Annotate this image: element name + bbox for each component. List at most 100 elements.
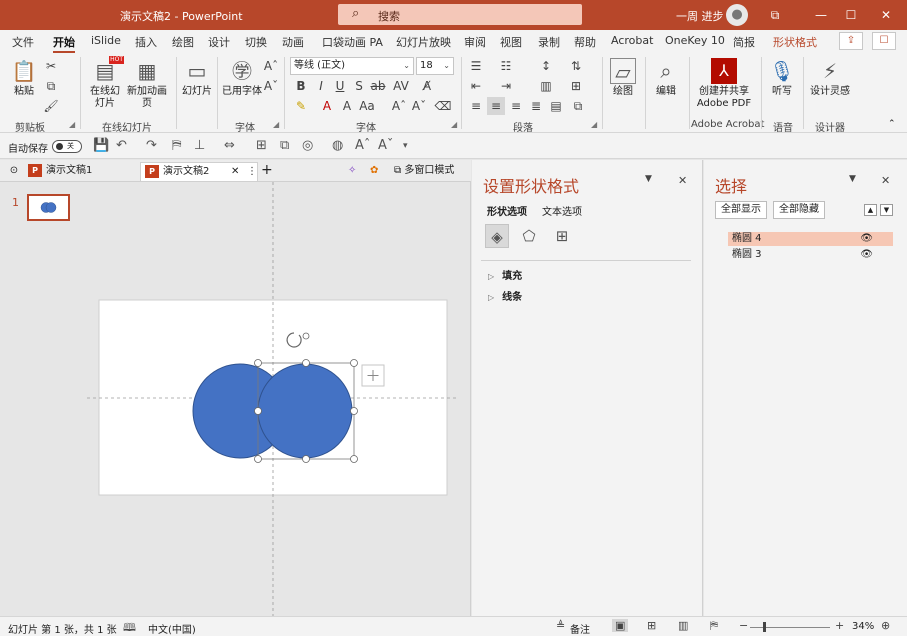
- underline-icon[interactable]: U: [331, 77, 349, 95]
- tab-acrobat[interactable]: Acrobat: [611, 34, 653, 47]
- bring-forward-arrow-icon[interactable]: ▲: [864, 204, 877, 216]
- search-box[interactable]: ⌕ 搜索: [338, 4, 582, 25]
- tab-draw[interactable]: 绘图: [172, 34, 194, 50]
- tab-review[interactable]: 审阅: [464, 34, 486, 50]
- align-right-icon[interactable]: ≡: [507, 97, 525, 115]
- zoom-level[interactable]: 34%: [852, 621, 874, 632]
- settings-gear-icon[interactable]: ✿: [370, 162, 378, 181]
- tab-slideshow[interactable]: 幻灯片放映: [396, 34, 451, 50]
- bullets-icon[interactable]: ☰: [467, 57, 485, 75]
- numbering-icon[interactable]: ☷: [497, 57, 515, 75]
- drawing-button[interactable]: ▱ 绘图: [607, 58, 639, 98]
- size-properties-icon[interactable]: ⊞: [550, 224, 574, 248]
- new-animation-page-button[interactable]: ▦ 新加动画页: [126, 58, 168, 110]
- comments-button[interactable]: ☐: [872, 32, 896, 50]
- bold-icon[interactable]: B: [292, 77, 310, 95]
- distribute-icon[interactable]: ▤: [547, 97, 565, 115]
- tab-pocket-animation[interactable]: 口袋动画 PA: [322, 34, 383, 50]
- tab-insert[interactable]: 插入: [135, 34, 157, 50]
- close-pane-icon[interactable]: ✕: [881, 174, 890, 187]
- increase-font-icon[interactable]: Aˆ: [262, 57, 280, 75]
- align-center-icon[interactable]: ≡: [487, 97, 505, 115]
- notes-button[interactable]: 备注: [570, 621, 590, 636]
- resize-handle[interactable]: [302, 359, 310, 367]
- clear-formatting-icon[interactable]: A̸: [418, 77, 436, 95]
- paste-button[interactable]: 📋 粘贴: [8, 58, 40, 98]
- redo-icon[interactable]: ↷: [146, 138, 157, 153]
- doc-tab-1[interactable]: P 演示文稿1: [24, 162, 136, 181]
- dictate-button[interactable]: 🎙 听写: [766, 58, 798, 98]
- fill-line-icon[interactable]: ◈: [485, 224, 509, 248]
- show-all-button[interactable]: 全部显示: [715, 201, 767, 219]
- visibility-eye-icon[interactable]: 👁: [860, 232, 873, 246]
- text-options-tab[interactable]: 文本选项: [542, 203, 582, 218]
- resize-handle[interactable]: [302, 455, 310, 463]
- font-color-icon[interactable]: A: [318, 97, 336, 115]
- font-name-dropdown[interactable]: 等线 (正文) ⌄: [290, 57, 414, 75]
- resize-handle[interactable]: [254, 359, 262, 367]
- slide-thumbnail[interactable]: [27, 194, 70, 221]
- shape-options-tab[interactable]: 形状选项: [487, 203, 527, 218]
- rotate-handle-dot[interactable]: [302, 332, 310, 340]
- tab-menu-icon[interactable]: ⋮: [247, 163, 257, 180]
- autosave-toggle[interactable]: 关: [52, 140, 82, 153]
- tab-transitions[interactable]: 切换: [245, 34, 267, 50]
- fonts-launcher-icon[interactable]: ◢: [273, 120, 279, 129]
- zoom-slider-thumb[interactable]: [763, 622, 766, 632]
- line-section[interactable]: ▷ 线条: [488, 288, 522, 303]
- accessibility-icon[interactable]: 🕮: [123, 619, 136, 636]
- character-spacing-icon[interactable]: AV: [392, 77, 410, 95]
- grow-font-icon[interactable]: Aˆ: [390, 97, 408, 115]
- cut-icon[interactable]: ✂: [42, 57, 60, 75]
- line-spacing-icon[interactable]: ↕: [537, 57, 555, 75]
- align-text-icon[interactable]: ⊞: [567, 77, 585, 95]
- maximize-button[interactable]: ☐: [841, 5, 861, 25]
- decrease-font-icon[interactable]: Aˇ: [262, 77, 280, 95]
- resize-handle[interactable]: [350, 359, 358, 367]
- tab-animations[interactable]: 动画: [282, 34, 304, 50]
- normal-view-icon[interactable]: ▣: [612, 619, 629, 632]
- text-direction-icon[interactable]: ⇅: [567, 57, 585, 75]
- selection-item[interactable]: 椭圆 3 👁: [728, 248, 893, 262]
- close-button[interactable]: ✕: [876, 5, 896, 25]
- change-case-icon[interactable]: Aa: [358, 97, 376, 115]
- user-name[interactable]: 一周 进步: [676, 8, 724, 24]
- shadow-icon[interactable]: S: [350, 77, 368, 95]
- tab-islide[interactable]: iSlide: [91, 34, 121, 47]
- merge-shapes-icon[interactable]: ◎: [302, 138, 313, 153]
- tab-design[interactable]: 设计: [208, 34, 230, 50]
- highlight-icon[interactable]: ✎: [292, 97, 310, 115]
- close-tab-icon[interactable]: ✕: [231, 163, 239, 180]
- customize-qat-icon[interactable]: ▾: [403, 141, 408, 151]
- slides-button[interactable]: ▭ 幻灯片: [181, 58, 213, 98]
- tab-view[interactable]: 视图: [500, 34, 522, 50]
- editing-button[interactable]: ⌕ 编辑: [650, 58, 682, 98]
- resize-handle[interactable]: [254, 455, 262, 463]
- bring-forward-icon[interactable]: ⧉: [280, 138, 289, 153]
- shape-outline-icon[interactable]: ◍: [332, 138, 343, 153]
- paragraph-launcher-icon[interactable]: ◢: [591, 120, 597, 129]
- font-size-shrink-icon[interactable]: A: [338, 97, 356, 115]
- design-ideas-button[interactable]: ⚡ 设计灵感: [810, 58, 850, 98]
- selection-item[interactable]: 椭圆 4 👁: [728, 232, 893, 246]
- new-tab-button[interactable]: +: [261, 162, 275, 181]
- doc-tab-2[interactable]: P 演示文稿2 ✕ ⋮: [140, 162, 258, 181]
- hide-all-button[interactable]: 全部隐藏: [773, 201, 825, 219]
- slide-sorter-icon[interactable]: ⊞: [647, 619, 656, 632]
- zoom-in-icon[interactable]: +: [835, 619, 844, 632]
- language-indicator[interactable]: 中文(中国): [148, 621, 196, 636]
- clipboard-launcher-icon[interactable]: ◢: [69, 120, 75, 129]
- shrink-font-icon[interactable]: Aˇ: [410, 97, 428, 115]
- slideshow-view-icon[interactable]: ⛿: [710, 619, 718, 633]
- font-size-dropdown[interactable]: 18 ⌄: [416, 57, 454, 75]
- tab-list-icon[interactable]: ⊙: [4, 162, 24, 181]
- tab-shape-format[interactable]: 形状格式: [773, 34, 817, 50]
- tab-file[interactable]: 文件: [12, 34, 34, 50]
- smartart-icon[interactable]: ⧉: [569, 97, 587, 115]
- increase-indent-icon[interactable]: ⇥: [497, 77, 515, 95]
- italic-icon[interactable]: I: [312, 77, 330, 95]
- copy-icon[interactable]: ⧉: [42, 77, 60, 95]
- tab-help[interactable]: 帮助: [574, 34, 596, 50]
- resize-handle[interactable]: [350, 455, 358, 463]
- save-icon[interactable]: 💾: [93, 138, 109, 153]
